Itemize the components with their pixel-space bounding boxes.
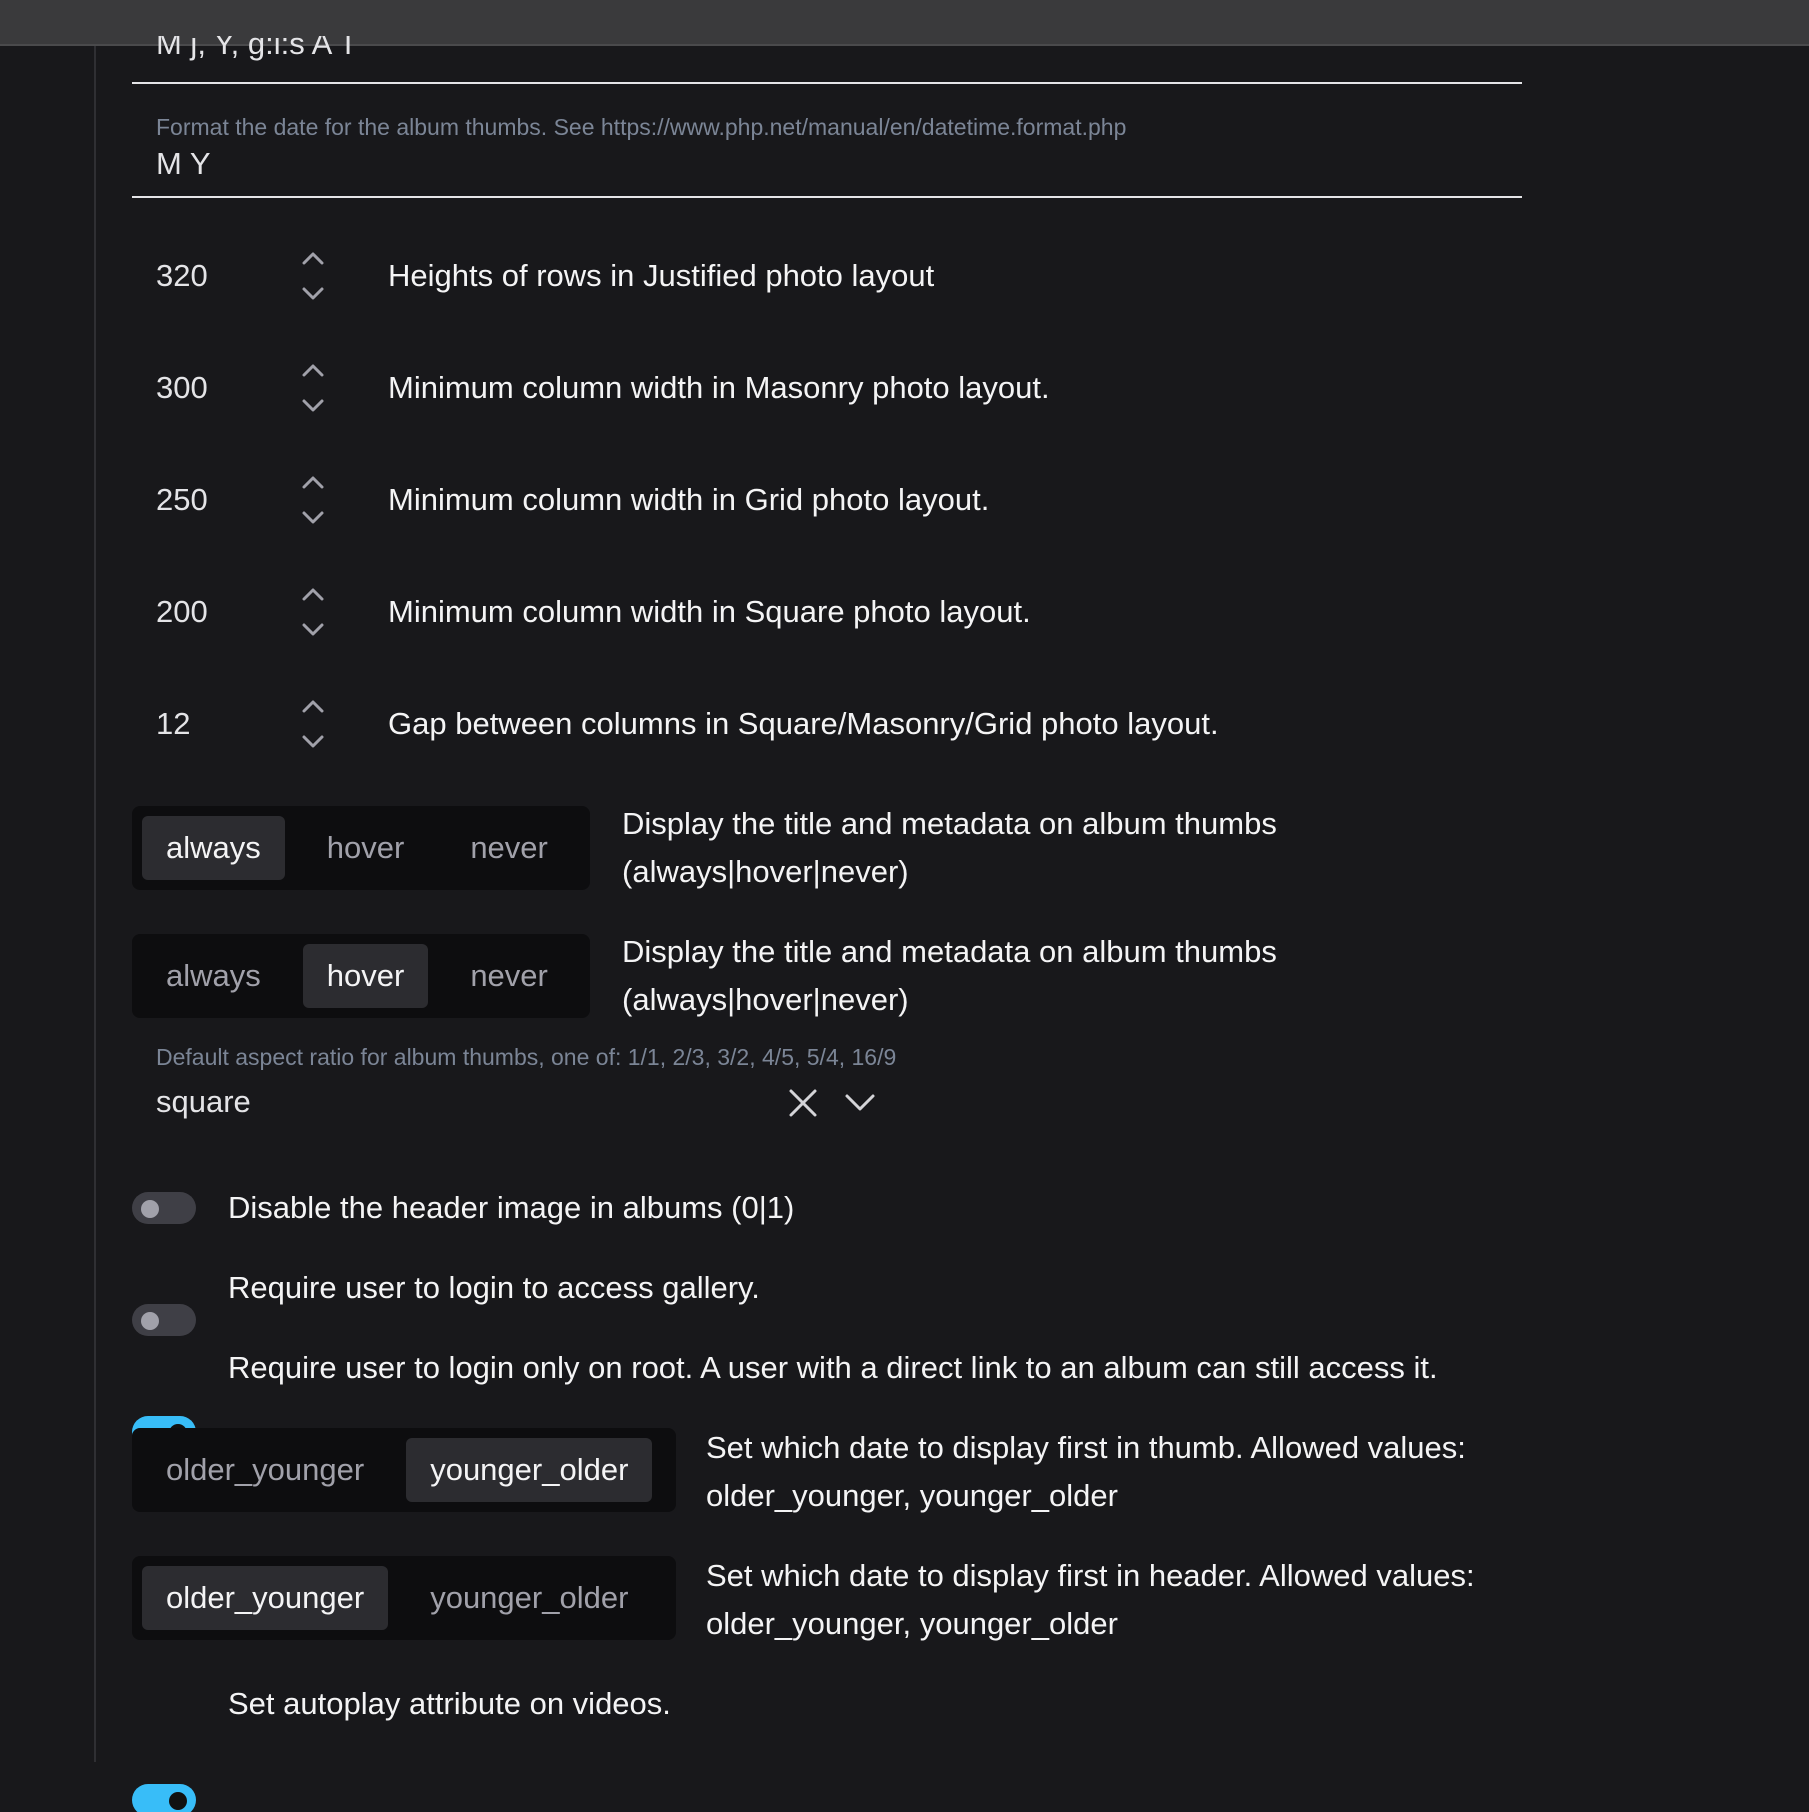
toggle-require-login[interactable] [132,1304,196,1336]
chevron-down-icon[interactable] [300,622,326,643]
label-line: Set which date to display first in heade… [706,1558,1475,1593]
date-format-underline [132,82,1522,84]
number-input[interactable]: 320 [156,258,208,294]
label-line: Set which date to display first in thumb… [706,1430,1466,1465]
number-input[interactable]: 300 [156,370,208,406]
toggle-require-login-label: Require user to login to access gallery. [228,1270,760,1305]
album-date-input[interactable]: M Y [156,146,211,182]
label-line: (always|hover|never) [622,982,909,1017]
chevron-up-icon[interactable] [300,586,326,607]
chevron-down-icon[interactable] [300,398,326,419]
segment-option-younger-older[interactable]: younger_older [406,1438,653,1502]
segment-option-hover[interactable]: hover [302,944,429,1008]
chevron-down-icon[interactable] [844,1092,876,1114]
label-line: older_younger, younger_older [706,1478,1118,1513]
header-date-order-label: Set which date to display first in heade… [706,1552,1475,1648]
number-input[interactable]: 12 [156,706,190,742]
number-label: Minimum column width in Masonry photo la… [388,370,1050,405]
toggle-autoplay-label: Set autoplay attribute on videos. [228,1686,671,1721]
number-label: Minimum column width in Square photo lay… [388,594,1031,629]
number-input[interactable]: 200 [156,594,208,630]
toggle-disable-header-label: Disable the header image in albums (0|1) [228,1190,795,1225]
label-line: Display the title and metadata on album … [622,934,1277,969]
segment-option-hover[interactable]: hover [303,816,429,880]
segment-option-always[interactable]: always [142,816,285,880]
number-label: Minimum column width in Grid photo layou… [388,482,990,517]
display-title-label-1: Display the title and metadata on album … [622,800,1277,896]
toggle-knob [141,1200,159,1218]
chevron-down-icon[interactable] [300,734,326,755]
label-line: (always|hover|never) [622,854,909,889]
thumb-date-order-segment: older_younger younger_older [132,1428,676,1512]
date-format-input[interactable]: M j, Y, g:i:s A T [156,36,556,68]
thumb-date-order-label: Set which date to display first in thumb… [706,1424,1466,1520]
close-icon[interactable] [788,1088,818,1118]
number-input[interactable]: 250 [156,482,208,518]
segment-option-never[interactable]: never [446,944,572,1008]
display-title-segment-2: always hover never [132,934,590,1018]
header-date-order-segment: older_younger younger_older [132,1556,676,1640]
toggle-knob [169,1792,187,1810]
date-format-value: M j, Y, g:i:s A T [156,36,358,61]
chevron-up-icon[interactable] [300,250,326,271]
album-date-help: Format the date for the album thumbs. Se… [156,114,1127,140]
toggle-login-root-only-label: Require user to login only on root. A us… [228,1350,1438,1385]
segment-option-older-younger[interactable]: older_younger [142,1438,388,1502]
segment-option-always[interactable]: always [142,944,285,1008]
chevron-up-icon[interactable] [300,474,326,495]
chevron-up-icon[interactable] [300,362,326,383]
chevron-down-icon[interactable] [300,286,326,307]
album-date-underline [132,196,1522,198]
segment-option-never[interactable]: never [446,816,572,880]
display-title-segment-1: always hover never [132,806,590,890]
left-divider [94,46,96,1762]
toggle-knob [141,1312,159,1330]
toggle-autoplay[interactable] [132,1784,196,1812]
segment-option-older-younger[interactable]: older_younger [142,1566,389,1630]
label-line: Display the title and metadata on album … [622,806,1277,841]
display-title-label-2: Display the title and metadata on album … [622,928,1277,1024]
number-label: Gap between columns in Square/Masonry/Gr… [388,706,1219,741]
aspect-ratio-help: Default aspect ratio for album thumbs, o… [156,1044,897,1070]
segment-option-younger-older[interactable]: younger_older [406,1566,652,1630]
number-label: Heights of rows in Justified photo layou… [388,258,935,293]
chevron-up-icon[interactable] [300,698,326,719]
chevron-down-icon[interactable] [300,510,326,531]
label-line: older_younger, younger_older [706,1606,1118,1641]
toggle-disable-header[interactable] [132,1192,196,1224]
aspect-ratio-select[interactable]: square [156,1084,251,1120]
